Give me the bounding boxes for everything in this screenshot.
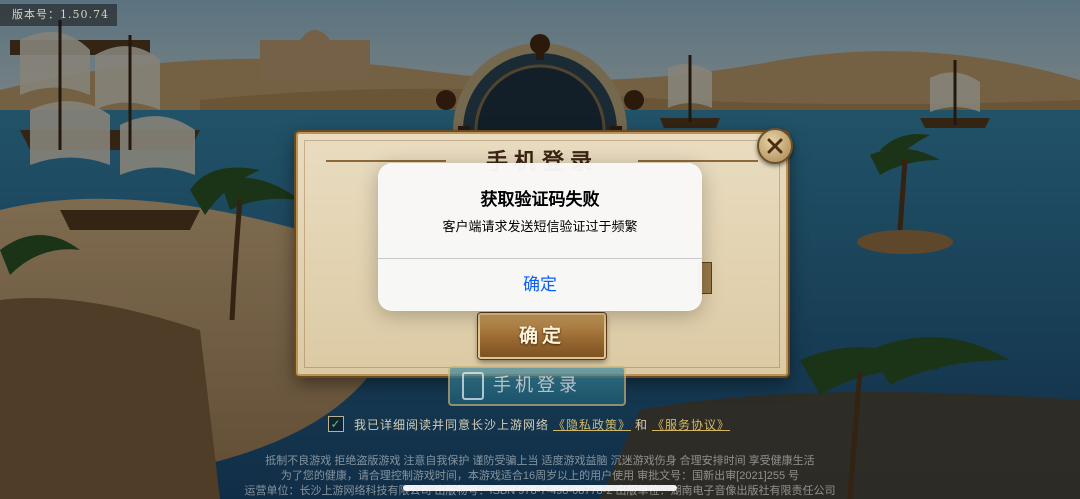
version-label: 版本号：1.50.74 — [0, 4, 117, 26]
home-indicator[interactable] — [403, 485, 677, 491]
alert-message: 客户端请求发送短信验证过于频繁 — [442, 220, 638, 235]
age-notice: 为了您的健康，请合理控制游戏时间，本游戏适合16周岁以上的用户使用 审批文号：国… — [280, 470, 800, 482]
agreement-conjunction: 和 — [635, 417, 649, 432]
agreement-text: 我已详细阅读并同意长沙上游网络 — [354, 417, 550, 432]
health-notice: 抵制不良游戏 拒绝盗版游戏 注意自我保护 谨防受骗上当 适度游戏益脑 沉迷游戏伤… — [265, 455, 815, 467]
check-icon: ✓ — [330, 417, 342, 431]
alert-title: 获取验证码失败 — [480, 190, 600, 210]
close-icon — [767, 138, 783, 154]
error-alert: 获取验证码失败 客户端请求发送短信验证过于频繁 确定 — [378, 163, 702, 311]
title-rule-right — [638, 160, 758, 162]
phone-icon — [462, 372, 484, 400]
agreement-checkbox[interactable]: ✓ — [328, 416, 344, 432]
alert-confirm-button[interactable]: 确定 — [378, 259, 702, 311]
service-agreement-link[interactable]: 《服务协议》 — [652, 416, 730, 433]
privacy-policy-link[interactable]: 《隐私政策》 — [553, 416, 631, 433]
close-button[interactable] — [757, 128, 793, 164]
agreement-row: ✓ 我已详细阅读并同意长沙上游网络 《隐私政策》 和 《服务协议》 — [328, 413, 734, 435]
game-confirm-button[interactable]: 确定 — [478, 313, 606, 359]
